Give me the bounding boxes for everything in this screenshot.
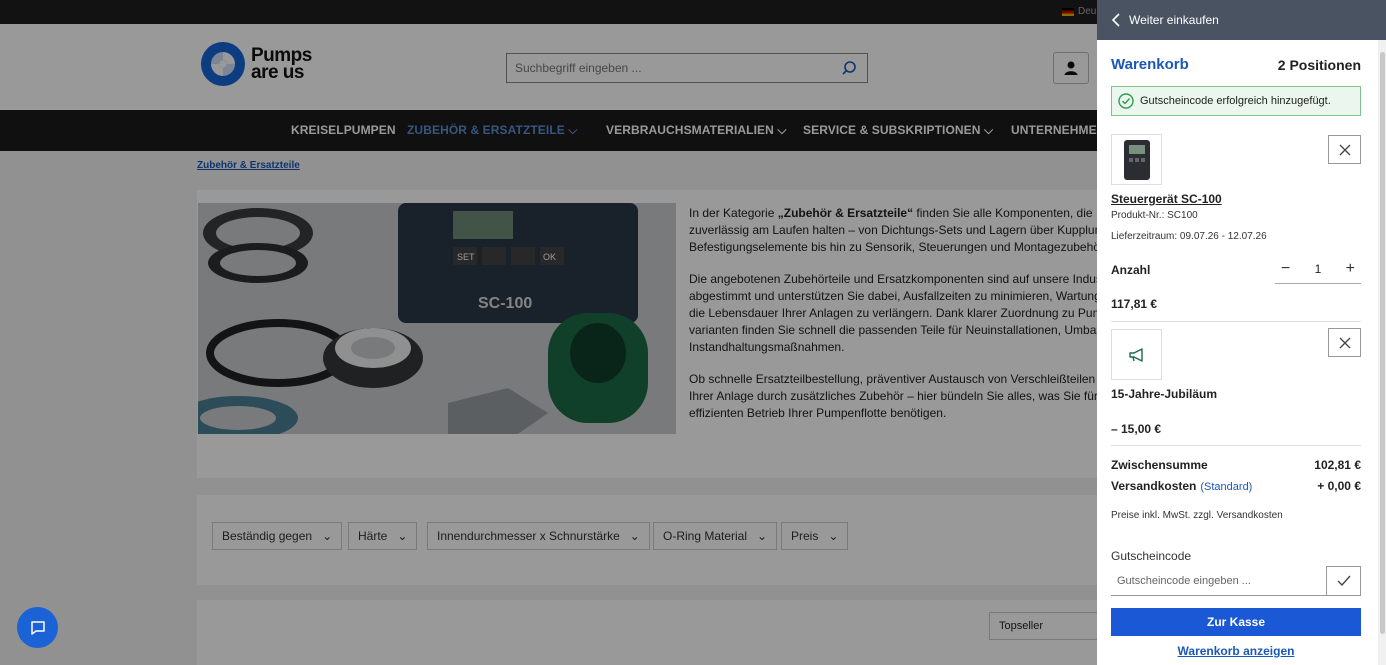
shipping-value: + 0,00 €	[1317, 479, 1361, 493]
product-thumbnail[interactable]	[1111, 134, 1162, 185]
quantity-value[interactable]: 1	[1315, 262, 1322, 276]
controller-product-image	[1123, 139, 1150, 180]
check-circle-icon	[1118, 93, 1134, 109]
promotion-name: 15-Jahre-Jubiläum	[1111, 387, 1218, 401]
voucher-input[interactable]: Gutscheincode eingeben ...	[1111, 566, 1326, 596]
cart-header: Warenkorb 2 Positionen	[1111, 56, 1361, 73]
quantity-label: Anzahl	[1111, 263, 1151, 277]
continue-shopping-label: Weiter einkaufen	[1129, 13, 1219, 27]
chat-icon	[30, 620, 45, 635]
divider	[1111, 321, 1361, 322]
megaphone-icon	[1128, 347, 1143, 362]
remove-item-button[interactable]	[1328, 135, 1361, 164]
chat-button[interactable]	[17, 607, 58, 648]
product-number: Produkt-Nr.: SC100	[1111, 210, 1198, 221]
subtotal-row: Zwischensumme 102,81 €	[1111, 458, 1361, 472]
plus-icon[interactable]: +	[1346, 260, 1355, 278]
cart-scroll-thumb[interactable]	[1380, 52, 1385, 634]
divider	[1111, 445, 1361, 446]
remove-promotion-button[interactable]	[1328, 328, 1361, 357]
check-icon	[1337, 575, 1351, 587]
offcanvas-cart: Weiter einkaufen Warenkorb 2 Positionen …	[1097, 0, 1386, 665]
minus-icon[interactable]: −	[1281, 260, 1290, 278]
subtotal-value: 102,81 €	[1314, 458, 1361, 472]
quantity-stepper[interactable]: − 1 +	[1275, 255, 1361, 284]
checkout-button[interactable]: Zur Kasse	[1111, 608, 1361, 636]
cart-title: Warenkorb	[1111, 56, 1189, 73]
shipping-row: Versandkosten (Standard) + 0,00 €	[1111, 479, 1361, 493]
show-cart-link[interactable]: Warenkorb anzeigen	[1111, 644, 1361, 658]
subtotal-label: Zwischensumme	[1111, 458, 1208, 472]
delivery-period: Lieferzeitraum: 09.07.26 - 12.07.26	[1111, 231, 1267, 242]
success-alert: Gutscheincode erfolgreich hinzugefügt.	[1111, 86, 1361, 116]
cart-item-count: 2 Positionen	[1277, 56, 1361, 73]
promotion-thumbnail	[1111, 329, 1162, 380]
close-icon	[1339, 144, 1350, 155]
voucher-label: Gutscheincode	[1111, 549, 1192, 563]
continue-shopping-button[interactable]: Weiter einkaufen	[1097, 0, 1386, 40]
tax-note: Preise inkl. MwSt. zzgl. Versandkosten	[1111, 510, 1283, 521]
backdrop-overlay[interactable]	[0, 0, 1097, 665]
shipping-method-link[interactable]: (Standard)	[1200, 481, 1252, 493]
close-icon	[1339, 337, 1350, 348]
line-item-price: 117,81 €	[1111, 297, 1158, 311]
voucher-submit-button[interactable]	[1326, 566, 1361, 596]
voucher-form: Gutscheincode eingeben ...	[1111, 566, 1361, 596]
product-name-link[interactable]: Steuergerät SC-100	[1111, 192, 1222, 206]
chevron-left-icon	[1111, 13, 1120, 27]
shipping-label: Versandkosten	[1111, 479, 1197, 493]
success-alert-text: Gutscheincode erfolgreich hinzugefügt.	[1140, 95, 1331, 107]
promotion-discount: – 15,00 €	[1111, 422, 1162, 436]
